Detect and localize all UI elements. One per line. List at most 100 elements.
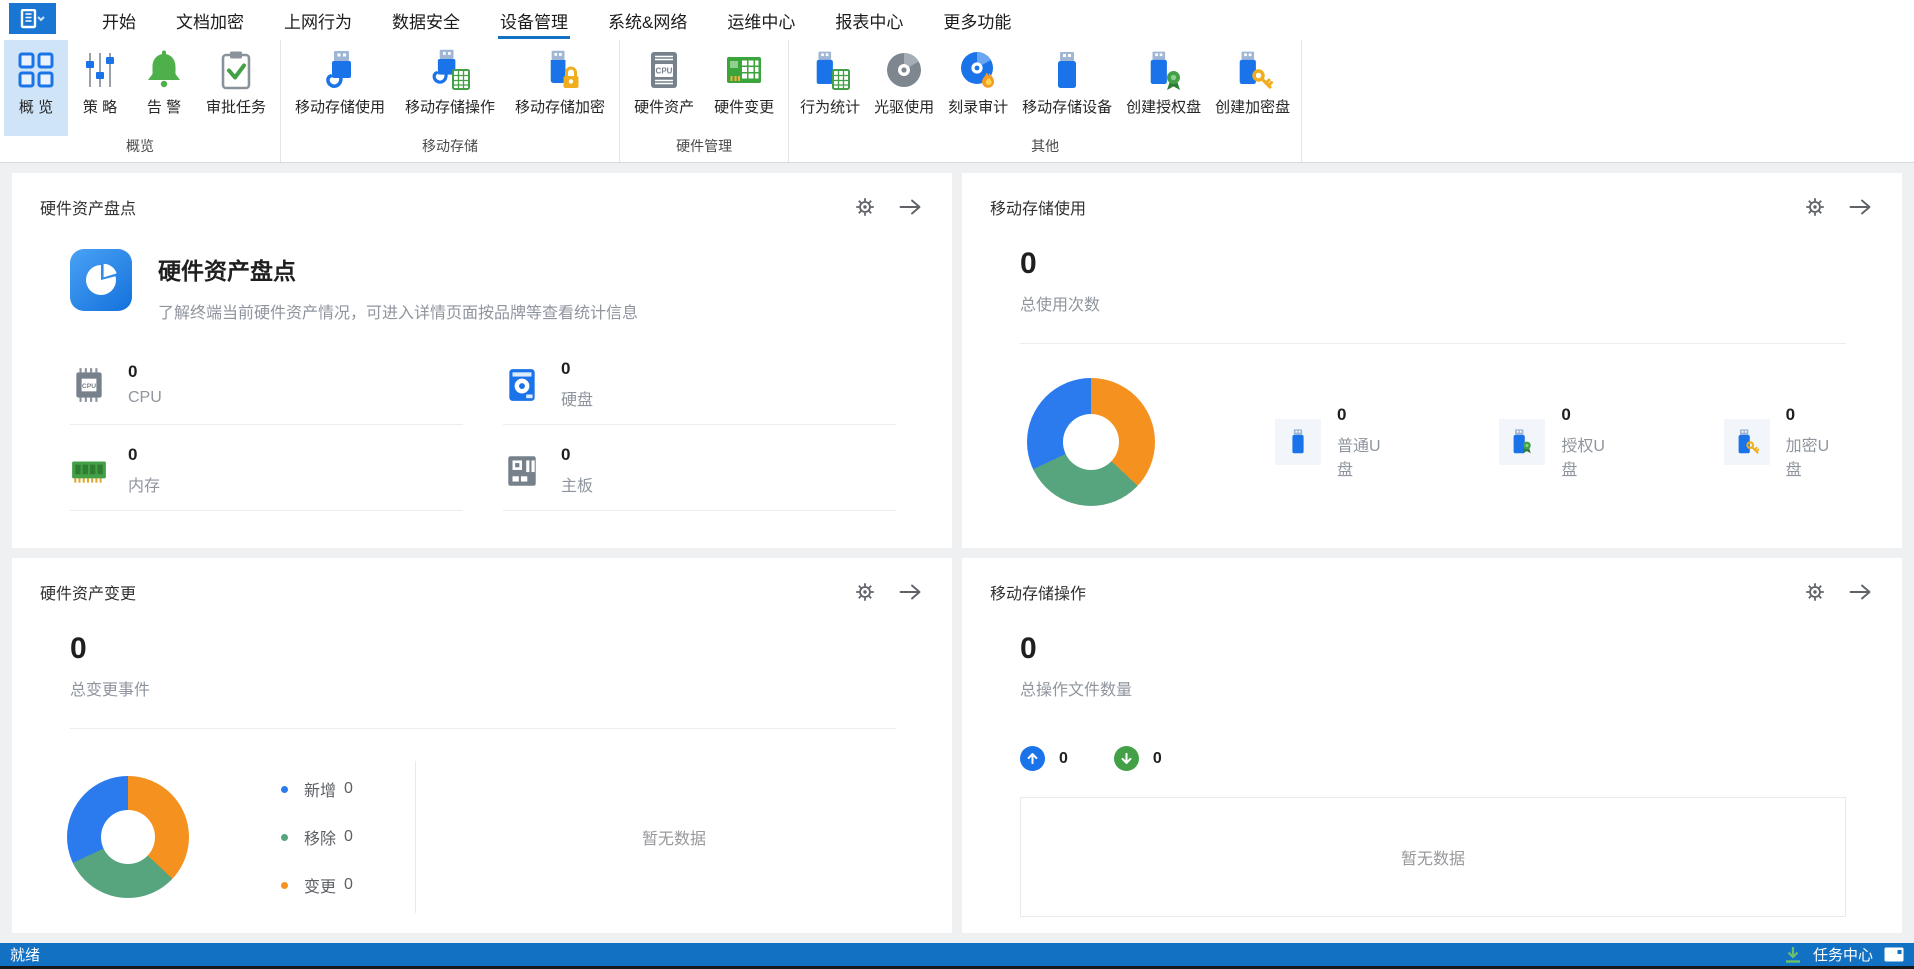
legend-dot-blue	[281, 786, 288, 793]
stat-disk: 0 硬盘	[503, 359, 896, 425]
ribbon-item-overview[interactable]: 概 览	[4, 40, 68, 136]
stat-value: 0	[1561, 405, 1617, 425]
gear-icon[interactable]	[855, 197, 875, 217]
hdd-icon	[503, 366, 541, 404]
usage-donut-chart	[1027, 378, 1155, 506]
cd-disc-icon	[882, 48, 926, 92]
gear-icon[interactable]	[1805, 582, 1825, 602]
menubar: 开始 文档加密 上网行为 数据安全 设备管理 系统&网络 运维中心 报表中心 更…	[0, 0, 1914, 40]
app-menu-button[interactable]	[9, 3, 56, 34]
menu-item-ops-center[interactable]: 运维中心	[707, 0, 815, 40]
card-storage-operations: 移动存储操作 0 总操作文件数量 0	[962, 558, 1902, 933]
gear-icon[interactable]	[855, 582, 875, 602]
stat-value: 0	[128, 445, 160, 465]
menu-item-device-mgmt[interactable]: 设备管理	[480, 0, 588, 40]
motherboard-icon	[503, 452, 541, 490]
ribbon-item-label: 审批任务	[206, 96, 266, 117]
stat-value: 0	[1786, 405, 1842, 425]
ribbon-item-label: 告 警	[147, 96, 181, 117]
cpu-chip-icon: CPU	[642, 48, 686, 92]
ribbon-group-label: 其他	[789, 136, 1301, 162]
ribbon-item-label: 硬件变更	[714, 96, 774, 117]
usb-key-icon	[1231, 48, 1275, 92]
card-title: 移动存储使用	[990, 195, 1086, 219]
legend-label: 移除	[304, 825, 336, 849]
ribbon-item-approval-tasks[interactable]: 审批任务	[196, 40, 276, 136]
legend-value: 0	[344, 780, 353, 798]
hero-title: 硬件资产盘点	[158, 252, 638, 286]
arrow-right-icon[interactable]	[1849, 199, 1872, 215]
legend-value: 0	[344, 876, 353, 894]
ribbon-item-alert[interactable]: 告 警	[132, 40, 196, 136]
stat-normal-usb: 0 普通U盘	[1275, 405, 1393, 480]
card-storage-usage: 移动存储使用 0 总使用次数	[962, 173, 1902, 548]
legend-item-changed: 变更 0	[281, 873, 353, 897]
ribbon-item-storage-devices[interactable]: 移动存储设备	[1015, 40, 1119, 136]
ribbon-group-label: 硬件管理	[620, 136, 788, 162]
menu-item-more[interactable]: 更多功能	[923, 0, 1031, 40]
card-title: 硬件资产盘点	[40, 195, 136, 219]
console-icon[interactable]	[1884, 947, 1904, 962]
overview-grid-icon	[14, 48, 58, 92]
usb-device-icon	[1045, 48, 1089, 92]
cd-burn-icon	[956, 48, 1000, 92]
ribbon-item-policy[interactable]: 策 略	[68, 40, 132, 136]
policy-sliders-icon	[78, 48, 122, 92]
ribbon-item-storage-usage[interactable]: 移动存储使用	[285, 40, 395, 136]
menu-item-web-behavior[interactable]: 上网行为	[264, 0, 372, 40]
cpu-icon: CPU	[70, 366, 108, 404]
menu-item-system-network[interactable]: 系统&网络	[588, 0, 707, 40]
alert-bell-icon	[142, 48, 186, 92]
stat-value: 0	[561, 445, 593, 465]
usb-cable-icon	[318, 48, 362, 92]
usage-stats: 0 普通U盘	[1275, 405, 1842, 480]
ribbon-item-create-encrypted-disk[interactable]: 创建加密盘	[1208, 40, 1297, 136]
menu-item-report-center[interactable]: 报表中心	[815, 0, 923, 40]
ribbon-item-hardware-changes[interactable]: 硬件变更	[704, 40, 784, 136]
ribbon-item-label: 创建加密盘	[1215, 96, 1290, 117]
empty-data-text: 暂无数据	[416, 825, 932, 849]
svg-text:CPU: CPU	[656, 67, 673, 76]
divider	[70, 728, 896, 729]
legend-value: 0	[344, 828, 353, 846]
stat-encrypted-usb: 0 加密U盘	[1724, 405, 1842, 480]
ribbon-item-storage-operations[interactable]: 移动存储操作	[395, 40, 505, 136]
ribbon-item-storage-encryption[interactable]: 移动存储加密	[505, 40, 615, 136]
menu-item-doc-encrypt[interactable]: 文档加密	[156, 0, 264, 40]
menu-item-data-security[interactable]: 数据安全	[372, 0, 480, 40]
ribbon-item-hardware-assets[interactable]: CPU 硬件资产	[624, 40, 704, 136]
total-value: 0	[1020, 247, 1846, 281]
task-center-link[interactable]: 任务中心	[1813, 944, 1873, 965]
usb-key-icon	[1724, 419, 1770, 465]
card-title: 移动存储操作	[990, 580, 1086, 604]
total-label: 总变更事件	[70, 676, 896, 700]
ribbon-item-cd-usage[interactable]: 光驱使用	[867, 40, 941, 136]
arrow-right-icon[interactable]	[899, 584, 922, 600]
arrow-right-icon[interactable]	[1849, 584, 1872, 600]
menu-item-start[interactable]: 开始	[82, 0, 156, 40]
app-logo-icon	[19, 9, 46, 29]
divider	[1020, 343, 1846, 344]
total-label: 总操作文件数量	[1020, 676, 1846, 700]
ribbon-item-label: 策 略	[83, 96, 117, 117]
changes-legend: 新增 0 移除 0 变更 0	[281, 777, 353, 897]
pie-chart-icon	[70, 249, 132, 311]
usb-sheet-icon	[428, 48, 472, 92]
arrow-right-icon[interactable]	[899, 199, 922, 215]
gear-icon[interactable]	[1805, 197, 1825, 217]
card-hardware-changes: 硬件资产变更 0 总变更事件 新增	[12, 558, 952, 933]
stat-value: 0	[128, 362, 162, 382]
changes-donut-chart	[67, 776, 189, 898]
download-arrow-icon[interactable]	[1784, 946, 1802, 963]
legend-item-removed: 移除 0	[281, 825, 353, 849]
ribbon-item-label: 移动存储加密	[515, 96, 605, 117]
ribbon-item-label: 移动存储设备	[1022, 96, 1112, 117]
usb-lock-icon	[538, 48, 582, 92]
stat-value: 0	[1337, 405, 1393, 425]
ribbon-item-behavior-stats[interactable]: 行为统计	[793, 40, 867, 136]
stat-label: 加密U盘	[1786, 432, 1842, 480]
ribbon-group-overview: 概 览 策 略 告 警	[0, 40, 281, 162]
ribbon-item-burn-audit[interactable]: 刻录审计	[941, 40, 1015, 136]
ribbon-item-create-authorized-disk[interactable]: 创建授权盘	[1119, 40, 1208, 136]
stat-authorized-usb: 0 授权U盘	[1499, 405, 1617, 480]
